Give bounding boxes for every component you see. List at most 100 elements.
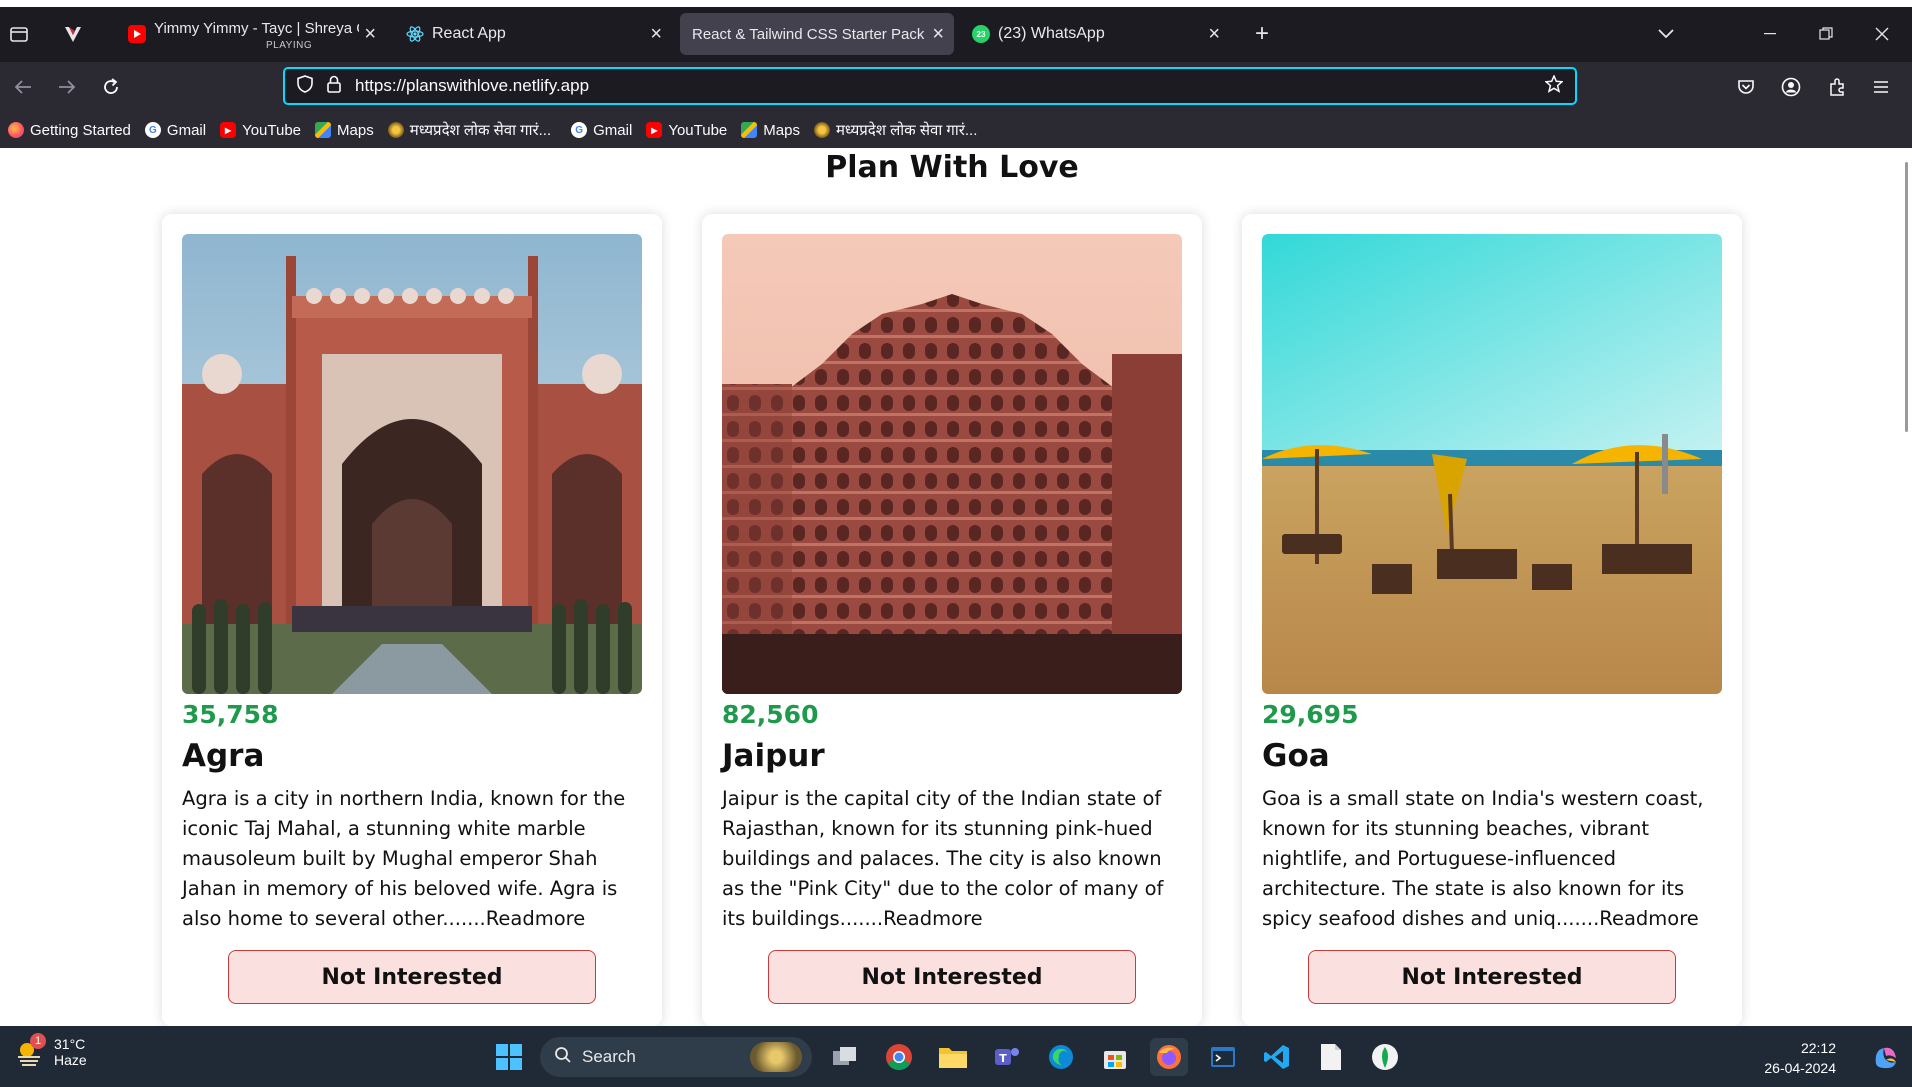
teams-icon[interactable]: T: [988, 1038, 1026, 1076]
google-icon: G: [571, 122, 588, 138]
weather-condition: Haze: [54, 1052, 87, 1068]
not-interested-button[interactable]: Not Interested: [228, 950, 596, 1004]
bookmark-label: Maps: [763, 121, 800, 139]
tab-list-icon[interactable]: [2, 17, 36, 51]
tab-title: React App: [432, 25, 506, 42]
bookmark-maps[interactable]: Maps: [315, 122, 374, 139]
windows-taskbar: 1 31°C Haze Search T 22:12 26-04-2024: [0, 1026, 1912, 1087]
bookmark-maps[interactable]: Maps: [741, 122, 800, 139]
taskbar-search[interactable]: Search: [540, 1037, 812, 1077]
tour-description: Goa is a small state on India's western …: [1262, 784, 1727, 934]
clock-time: 22:12: [1800, 1040, 1836, 1056]
file-explorer-icon[interactable]: [934, 1038, 972, 1076]
tour-card-agra: 35,758 Agra Agra is a city in northern I…: [162, 214, 662, 1026]
start-icon[interactable]: [490, 1038, 528, 1076]
vscode-icon[interactable]: [1258, 1038, 1296, 1076]
weather-temperature: 31°C: [54, 1036, 86, 1052]
navigation-toolbar: https://planswithlove.netlify.app: [0, 62, 1912, 112]
tour-card-jaipur: 82,560 Jaipur Jaipur is the capital city…: [702, 214, 1202, 1026]
haze-icon: 1: [14, 1033, 46, 1067]
maps-icon: [315, 122, 332, 138]
bookmark-label: मध्यप्रदेश लोक सेवा गारं...: [835, 122, 978, 139]
bookmark-youtube[interactable]: ▶ YouTube: [646, 122, 727, 139]
scrollbar[interactable]: [1905, 162, 1908, 432]
address-bar[interactable]: https://planswithlove.netlify.app: [283, 67, 1577, 105]
forward-icon[interactable]: [52, 72, 82, 102]
tour-price: 29,695: [1262, 700, 1359, 729]
list-all-tabs-icon[interactable]: [1646, 19, 1686, 49]
tour-description: Jaipur is the capital city of the Indian…: [722, 784, 1187, 934]
close-tab-icon[interactable]: ×: [364, 24, 376, 44]
tour-image-jaipur: [722, 234, 1182, 694]
whatsapp-icon: 23: [972, 25, 990, 43]
tab-title: React & Tailwind CSS Starter Pack: [692, 25, 925, 43]
edge-icon[interactable]: [1042, 1038, 1080, 1076]
tab-react-tailwind[interactable]: React & Tailwind CSS Starter Pack ×: [680, 13, 954, 55]
react-icon: [406, 25, 424, 43]
not-interested-button[interactable]: Not Interested: [1308, 950, 1676, 1004]
notepad-icon[interactable]: [1312, 1038, 1350, 1076]
tab-whatsapp[interactable]: 23 (23) WhatsApp ×: [960, 13, 1230, 55]
bookmark-gmail[interactable]: G Gmail: [571, 122, 632, 139]
bookmark-label: Getting Started: [30, 121, 131, 139]
search-highlight-icon: [750, 1042, 802, 1072]
close-window-icon[interactable]: [1862, 19, 1902, 49]
system-clock[interactable]: 22:12 26-04-2024: [1764, 1038, 1836, 1078]
menu-icon[interactable]: [1866, 72, 1896, 102]
readmore-link[interactable]: Readmore: [1599, 907, 1699, 930]
tour-description: Agra is a city in northern India, known …: [182, 784, 647, 934]
firefox-taskbar-icon[interactable]: [1150, 1038, 1188, 1076]
tab-react-app[interactable]: React App ×: [394, 13, 672, 55]
copilot-icon[interactable]: [1866, 1038, 1904, 1076]
search-icon: [554, 1046, 572, 1069]
tab-bar: Yimmy Yimmy - Tayc | Shreya G PLAYING × …: [0, 7, 1912, 62]
pocket-icon[interactable]: [1731, 72, 1761, 102]
reload-icon[interactable]: [96, 72, 126, 102]
close-tab-icon[interactable]: ×: [1208, 24, 1220, 44]
bookmark-label: Gmail: [166, 121, 207, 139]
close-tab-icon[interactable]: ×: [650, 24, 662, 44]
window-top-edge: [0, 0, 1912, 7]
extensions-icon[interactable]: [1822, 72, 1852, 102]
bookmark-star-icon[interactable]: [1544, 73, 1564, 98]
url-text[interactable]: https://planswithlove.netlify.app: [355, 76, 589, 96]
terminal-icon[interactable]: [1204, 1038, 1242, 1076]
restore-icon[interactable]: [1806, 19, 1846, 49]
bookmark-label: YouTube: [242, 121, 302, 139]
vivaldi-icon[interactable]: [56, 17, 90, 51]
firefox-icon: [8, 122, 24, 138]
bookmark-gmail[interactable]: G Gmail: [144, 121, 207, 139]
shield-icon[interactable]: [297, 74, 313, 98]
new-tab-icon[interactable]: +: [1245, 17, 1279, 51]
tab-youtube[interactable]: Yimmy Yimmy - Tayc | Shreya G PLAYING ×: [116, 13, 386, 55]
mongodb-icon[interactable]: [1366, 1038, 1404, 1076]
not-interested-button[interactable]: Not Interested: [768, 950, 1136, 1004]
search-label: Search: [582, 1047, 636, 1066]
chrome-icon[interactable]: [880, 1038, 918, 1076]
bookmark-label: Maps: [337, 121, 374, 139]
account-icon[interactable]: [1776, 72, 1806, 102]
web-page: Plan With Love 35,758 Agra Agra is a cit…: [0, 148, 1912, 1026]
task-view-icon[interactable]: [826, 1038, 864, 1076]
close-tab-icon[interactable]: ×: [932, 24, 944, 44]
tour-price: 82,560: [722, 700, 819, 729]
emblem-icon: [813, 122, 830, 138]
lock-icon[interactable]: [327, 75, 341, 98]
maps-icon: [741, 122, 758, 138]
tab-playing-label: PLAYING: [266, 40, 313, 51]
back-icon[interactable]: [8, 72, 38, 102]
page-title: Plan With Love: [825, 150, 1079, 185]
weather-widget[interactable]: 1 31°C Haze: [14, 1033, 87, 1068]
bookmark-label: मध्यप्रदेश लोक सेवा गारं...: [409, 122, 552, 139]
bookmark-mp-lok-seva[interactable]: मध्यप्रदेश लोक सेवा गारं...: [387, 120, 552, 140]
store-icon[interactable]: [1096, 1038, 1134, 1076]
minimize-icon[interactable]: [1750, 19, 1790, 49]
readmore-link[interactable]: Readmore: [486, 907, 586, 930]
bookmark-youtube[interactable]: ▶ YouTube: [220, 122, 301, 139]
readmore-link[interactable]: Readmore: [883, 907, 983, 930]
bookmark-getting-started[interactable]: Getting Started: [8, 122, 131, 139]
bookmark-label: Gmail: [593, 121, 633, 139]
youtube-icon: ▶: [220, 122, 237, 138]
tour-image-agra: [182, 234, 642, 694]
bookmark-mp-lok-seva[interactable]: मध्यप्रदेश लोक सेवा गारं...: [813, 120, 978, 140]
